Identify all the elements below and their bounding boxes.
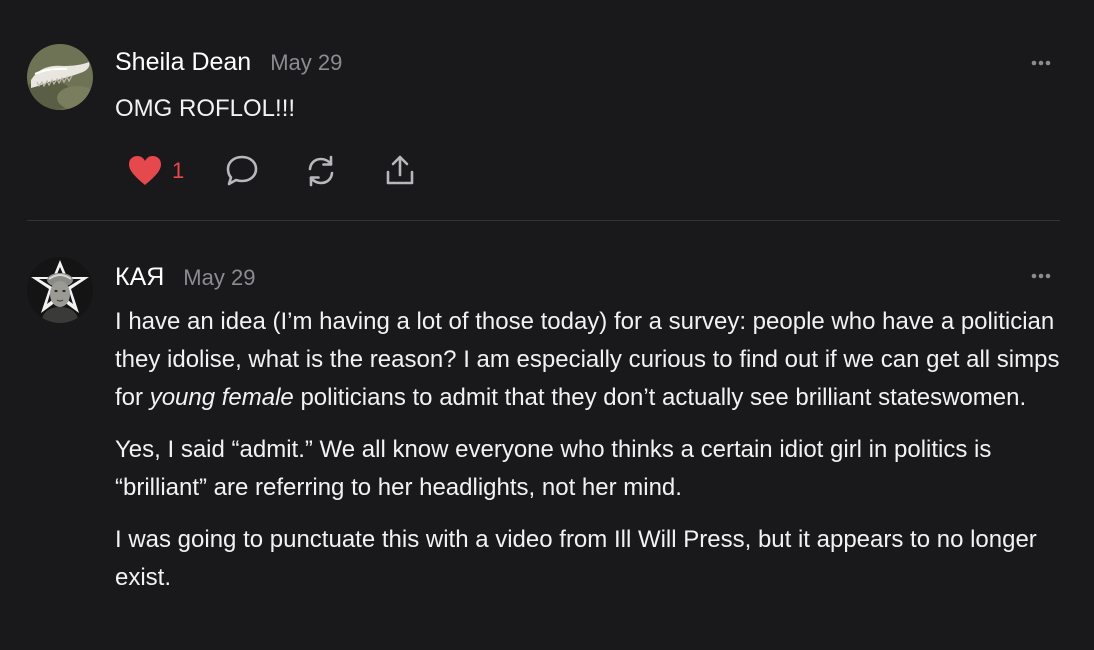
comment-date[interactable]: May 29: [270, 50, 342, 76]
portrait-avatar-icon: [27, 257, 93, 323]
comment-paragraph: Yes, I said “admit.” We all know everyon…: [115, 436, 992, 501]
emphasized-text: young female: [149, 384, 294, 411]
comment-meta: КАЯ May 29: [115, 263, 255, 292]
ellipsis-icon: [1031, 60, 1051, 66]
comment-body: I have an idea (I’m having a lot of thos…: [115, 303, 1060, 611]
reply-button[interactable]: [224, 152, 260, 190]
comment-date[interactable]: May 29: [183, 265, 255, 291]
share-icon: [386, 155, 414, 185]
more-options-button[interactable]: [1024, 53, 1058, 73]
avatar[interactable]: [27, 257, 93, 323]
share-button[interactable]: [382, 152, 418, 190]
restack-icon: [308, 155, 334, 187]
paragraph-text: politicians to admit that they don’t act…: [293, 384, 1027, 411]
author-name[interactable]: КАЯ: [115, 263, 164, 292]
author-name[interactable]: Sheila Dean: [115, 48, 251, 77]
comment-2: КАЯ May 29 I have an idea (I’m having a …: [0, 221, 1094, 650]
comment-text: OMG ROFLOL!!!: [115, 95, 296, 122]
ellipsis-icon: [1031, 273, 1051, 279]
comment-body: OMG ROFLOL!!!: [115, 90, 1060, 142]
comment-meta: Sheila Dean May 29: [115, 48, 342, 77]
comment-1: Sheila Dean May 29 OMG ROFLOL!!! 1: [0, 0, 1094, 220]
like-button[interactable]: 1: [128, 152, 184, 190]
avatar[interactable]: [27, 44, 93, 110]
jaw-bone-avatar-icon: [27, 44, 93, 110]
heart-icon: [129, 156, 161, 185]
like-count: 1: [172, 158, 185, 183]
speech-bubble-icon: [226, 155, 258, 186]
more-options-button[interactable]: [1024, 266, 1058, 286]
comment-paragraph: I was going to punctuate this with a vid…: [115, 526, 1037, 591]
restack-button[interactable]: [303, 152, 339, 190]
comment-paragraph: I have an idea (I’m having a lot of thos…: [115, 303, 1060, 417]
